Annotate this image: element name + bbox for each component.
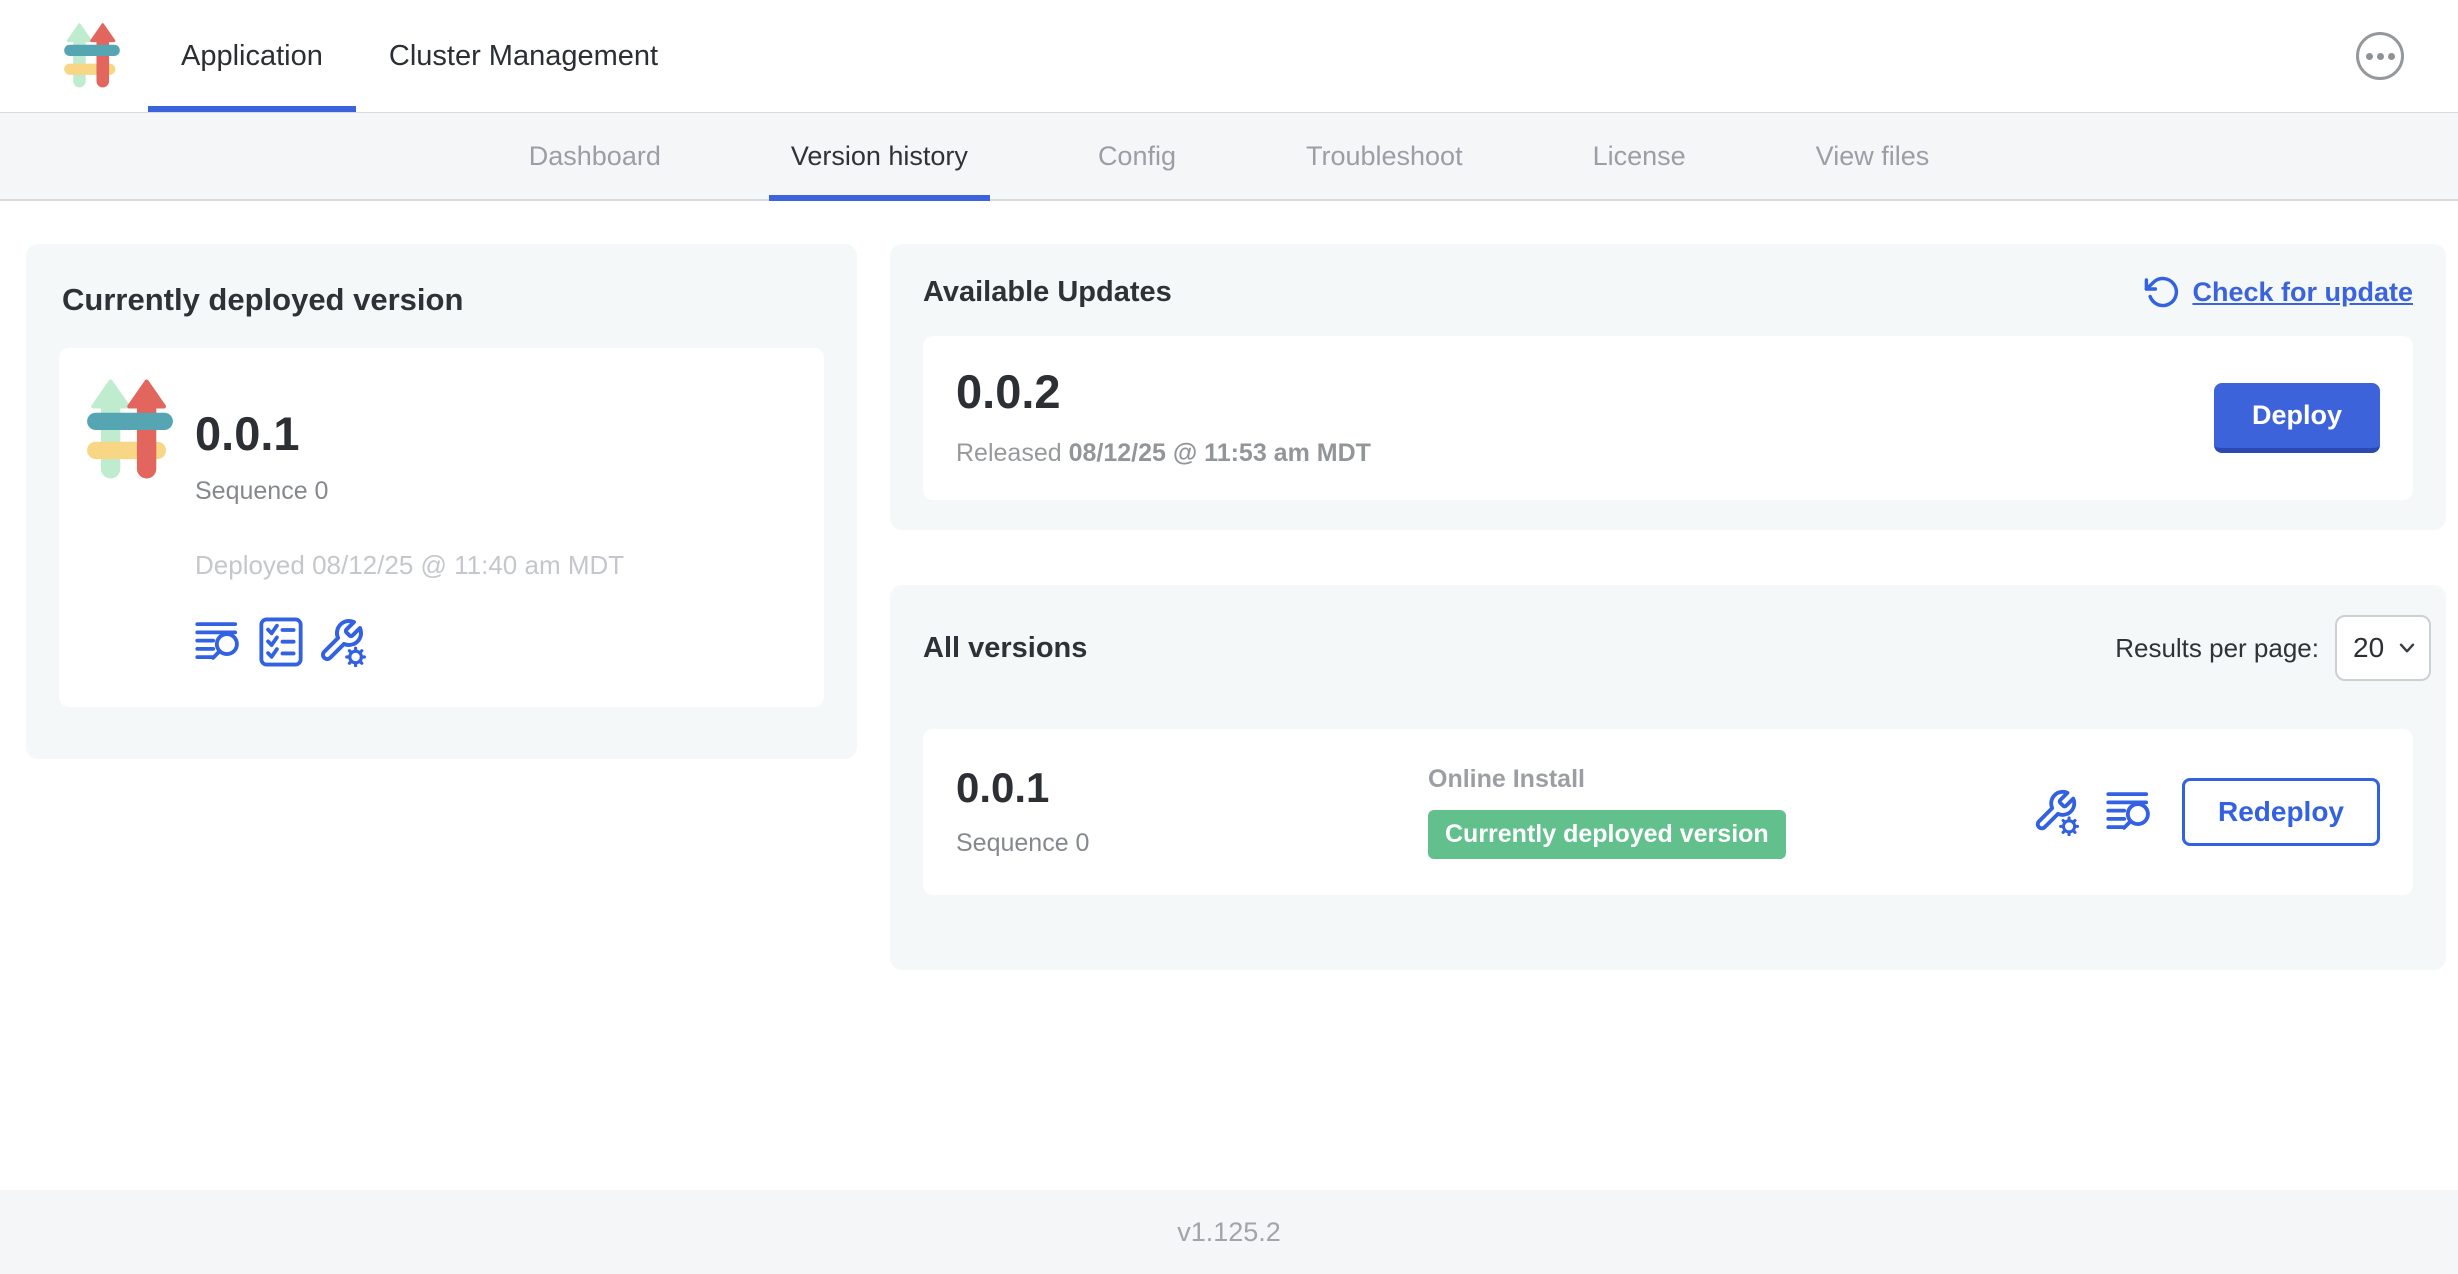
results-per-page-select[interactable]: 20 bbox=[2335, 615, 2431, 681]
subnav-tab-license[interactable]: License bbox=[1593, 113, 1686, 199]
update-version-number: 0.0.2 bbox=[956, 368, 1371, 415]
checklist-icon[interactable] bbox=[259, 617, 303, 667]
ellipsis-menu-icon[interactable] bbox=[2356, 32, 2404, 80]
app-subnav: Dashboard Version history Config Trouble… bbox=[0, 113, 2458, 201]
app-logo-icon bbox=[64, 21, 120, 91]
page-footer: v1.125.2 bbox=[0, 1190, 2458, 1274]
check-for-update-link[interactable]: Check for update bbox=[2144, 274, 2413, 310]
version-row-info: 0.0.1 Sequence 0 bbox=[956, 767, 1428, 858]
update-released-line: Released 08/12/25 @ 11:53 am MDT bbox=[956, 439, 1371, 468]
admin-console-page: Application Cluster Management Dashboard… bbox=[0, 0, 2458, 1274]
tab-cluster-management-label: Cluster Management bbox=[389, 40, 658, 73]
tab-application-label: Application bbox=[181, 40, 323, 73]
deployed-sequence: Sequence 0 bbox=[195, 477, 624, 506]
update-info: 0.0.2 Released 08/12/25 @ 11:53 am MDT bbox=[956, 368, 1371, 468]
install-type-label: Online Install bbox=[1428, 765, 2032, 794]
currently-deployed-panel: Currently deployed version 0.0.1 Sequenc… bbox=[26, 244, 857, 759]
header-tabs: Application Cluster Management bbox=[148, 0, 691, 112]
deployed-version-card: 0.0.1 Sequence 0 Deployed 08/12/25 @ 11:… bbox=[59, 348, 824, 707]
all-versions-panel: All versions Results per page: 20 0.0 bbox=[890, 585, 2446, 970]
tab-cluster-management[interactable]: Cluster Management bbox=[356, 0, 691, 112]
subnav-tab-config[interactable]: Config bbox=[1098, 113, 1176, 199]
deployed-version-number: 0.0.1 bbox=[195, 410, 624, 457]
chevron-down-icon bbox=[2395, 636, 2419, 660]
tab-application[interactable]: Application bbox=[148, 0, 356, 112]
row-sequence: Sequence 0 bbox=[956, 829, 1428, 858]
deployed-action-icons bbox=[195, 617, 624, 667]
deployed-timestamp: Deployed 08/12/25 @ 11:40 am MDT bbox=[195, 550, 624, 581]
main-content: Currently deployed version 0.0.1 Sequenc… bbox=[0, 201, 2458, 1190]
refresh-ccw-icon bbox=[2144, 274, 2180, 310]
available-update-card: 0.0.2 Released 08/12/25 @ 11:53 am MDT D… bbox=[923, 336, 2413, 500]
available-updates-panel: Available Updates Check for update bbox=[890, 244, 2446, 530]
version-row: 0.0.1 Sequence 0 Online Install Currentl… bbox=[923, 729, 2413, 895]
all-versions-title: All versions bbox=[923, 632, 1087, 665]
lines-magnifier-icon[interactable] bbox=[2106, 790, 2156, 834]
subnav-tab-view-files[interactable]: View files bbox=[1816, 113, 1930, 199]
console-version-label: v1.125.2 bbox=[1177, 1217, 1281, 1248]
redeploy-button[interactable]: Redeploy bbox=[2182, 778, 2380, 846]
wrench-gear-icon[interactable] bbox=[2032, 788, 2080, 836]
results-per-page-label: Results per page: bbox=[2115, 633, 2319, 664]
lines-magnifier-icon[interactable] bbox=[195, 620, 245, 664]
deployed-version-info: 0.0.1 Sequence 0 Deployed 08/12/25 @ 11:… bbox=[195, 376, 624, 667]
version-row-actions: Redeploy bbox=[2032, 778, 2380, 846]
currently-deployed-badge: Currently deployed version bbox=[1428, 810, 1786, 859]
wrench-gear-icon[interactable] bbox=[317, 617, 367, 667]
subnav-tab-troubleshoot[interactable]: Troubleshoot bbox=[1306, 113, 1463, 199]
results-per-page: Results per page: 20 bbox=[2115, 615, 2413, 681]
subnav-tab-version-history[interactable]: Version history bbox=[791, 113, 968, 199]
row-version-number: 0.0.1 bbox=[956, 767, 1428, 809]
deploy-button[interactable]: Deploy bbox=[2214, 383, 2380, 453]
currently-deployed-title: Currently deployed version bbox=[62, 282, 824, 318]
top-header: Application Cluster Management bbox=[0, 0, 2458, 113]
version-row-status: Online Install Currently deployed versio… bbox=[1428, 765, 2032, 859]
right-column: Available Updates Check for update bbox=[890, 244, 2446, 970]
app-logo-icon bbox=[87, 376, 173, 484]
subnav-tab-dashboard[interactable]: Dashboard bbox=[529, 113, 661, 199]
available-updates-title: Available Updates bbox=[923, 276, 1172, 309]
